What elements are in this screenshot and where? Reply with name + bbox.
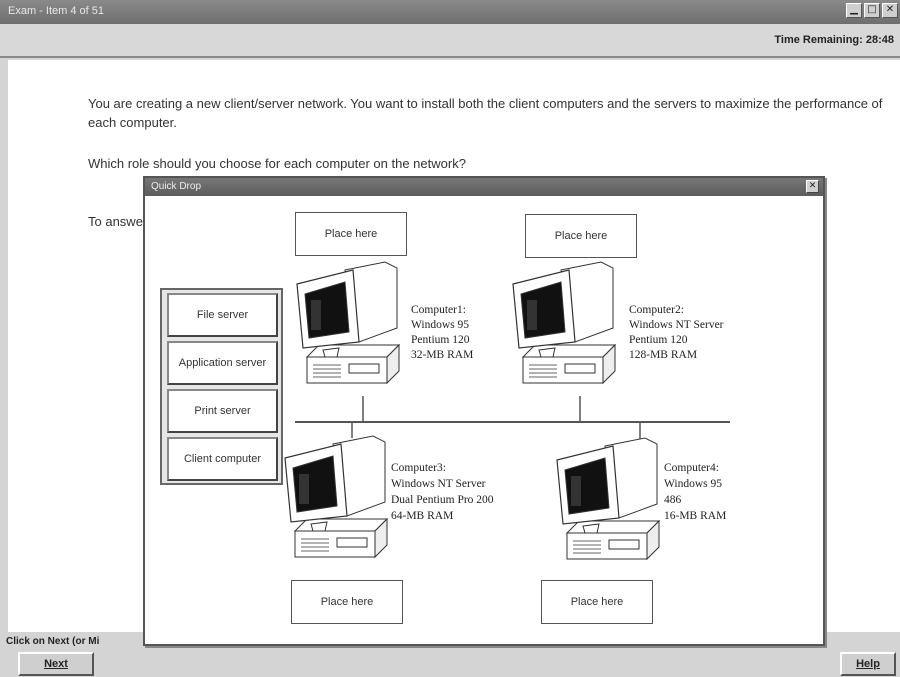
computer-icon bbox=[284, 435, 388, 558]
computer2-cpu: Pentium 120 bbox=[629, 334, 688, 346]
computer3-name: Computer3: bbox=[391, 462, 446, 474]
computer3-cpu: Dual Pentium Pro 200 bbox=[391, 494, 494, 506]
computer1-os: Windows 95 bbox=[411, 319, 469, 331]
question-text: You are creating a new client/server net… bbox=[88, 96, 883, 130]
computer2-os: Windows NT Server bbox=[629, 319, 724, 331]
computer1-name: Computer1: bbox=[411, 304, 466, 316]
computer-icon bbox=[556, 437, 660, 560]
computer1-ram: 32-MB RAM bbox=[411, 349, 473, 361]
footer-instruction: Click on Next (or Mi bbox=[6, 636, 100, 647]
drag-item-print-server[interactable]: Print server bbox=[167, 389, 278, 433]
computer2-ram: 128-MB RAM bbox=[629, 349, 697, 361]
drop-target-computer2[interactable]: Place here bbox=[525, 214, 637, 258]
computer-icon bbox=[512, 261, 616, 384]
question-prompt: Which role should you choose for each co… bbox=[88, 156, 466, 171]
window-controls: ▁ □ ✕ bbox=[846, 3, 898, 18]
drop-target-computer4[interactable]: Place here bbox=[541, 580, 653, 624]
computer2-name: Computer2: bbox=[629, 304, 684, 316]
drag-item-file-server[interactable]: File server bbox=[167, 293, 278, 337]
computer3-os: Windows NT Server bbox=[391, 478, 486, 490]
next-button[interactable]: Next bbox=[18, 652, 94, 676]
computer4-ram: 16-MB RAM bbox=[664, 510, 726, 522]
drag-item-client-computer[interactable]: Client computer bbox=[167, 437, 278, 481]
window-titlebar: Exam - Item 4 of 51 ▁ □ ✕ bbox=[0, 0, 900, 24]
computer4-name: Computer4: bbox=[664, 462, 719, 474]
status-bar: Time Remaining: 28:48 bbox=[0, 24, 900, 58]
maximize-button[interactable]: □ bbox=[864, 3, 880, 18]
computer1-cpu: Pentium 120 bbox=[411, 334, 470, 346]
computer4-cpu: 486 bbox=[664, 494, 682, 506]
computer-icon bbox=[296, 261, 400, 384]
computer4-os: Windows 95 bbox=[664, 478, 722, 490]
minimize-button[interactable]: ▁ bbox=[846, 3, 862, 18]
help-button[interactable]: Help bbox=[840, 652, 896, 676]
drag-item-application-server[interactable]: Application server bbox=[167, 341, 278, 385]
drop-target-computer1[interactable]: Place here bbox=[295, 212, 407, 256]
computer3-ram: 64-MB RAM bbox=[391, 510, 453, 522]
close-button[interactable]: ✕ bbox=[882, 3, 898, 18]
role-palette: File server Application server Print ser… bbox=[160, 288, 283, 485]
window-title: Exam - Item 4 of 51 bbox=[8, 5, 104, 17]
drop-target-computer3[interactable]: Place here bbox=[291, 580, 403, 624]
time-remaining: Time Remaining: 28:48 bbox=[774, 34, 894, 46]
question-instruction: To answer bbox=[88, 214, 148, 229]
quick-drop-dialog: Quick Drop ✕ Computer1: Windows 95 Penti… bbox=[143, 176, 825, 646]
